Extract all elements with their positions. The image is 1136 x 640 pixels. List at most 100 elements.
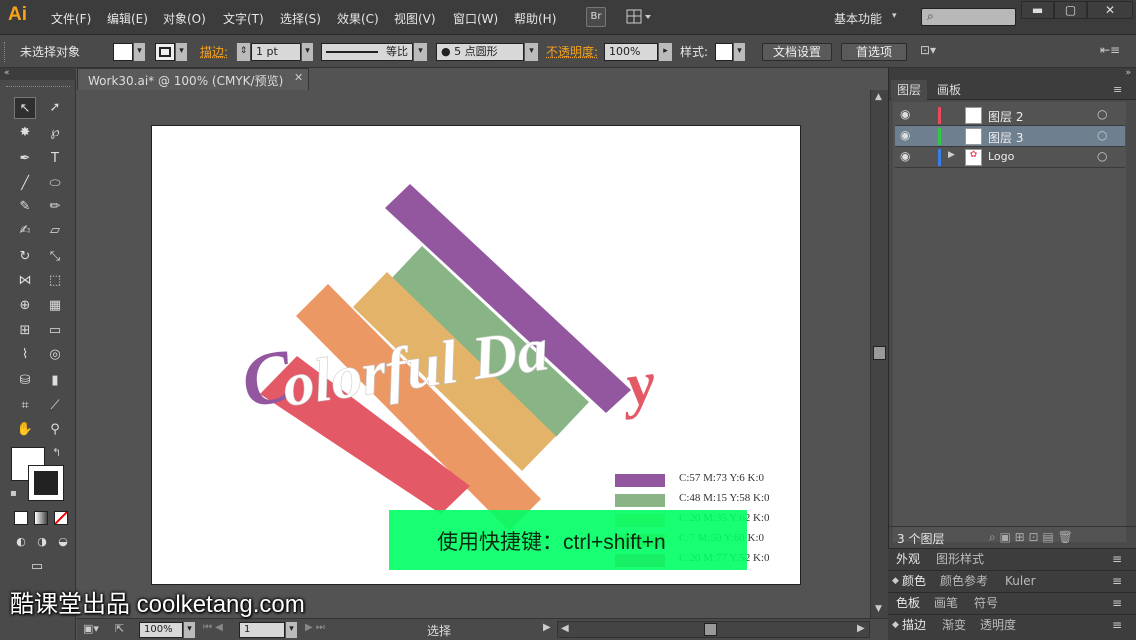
direct-selection-tool-icon[interactable]: ➚ [44,97,66,119]
menu-edit[interactable]: 编辑(E) [107,10,148,27]
mesh-tool-icon[interactable]: ⊞ [14,320,36,342]
scrollbar-thumb[interactable] [873,346,886,360]
blend-tool-icon[interactable]: ◎ [44,344,66,366]
scroll-left-icon[interactable]: ◀ [561,623,569,634]
draw-normal-icon[interactable]: ◐ [10,531,32,553]
rotate-tool-icon[interactable]: ↻ [14,246,36,268]
stroke-menu-icon[interactable]: ≡ [1112,615,1122,636]
tab-brushes[interactable]: 画笔 [934,593,958,614]
variable-width-profile[interactable]: 等比 [321,43,413,61]
minimize-button[interactable]: ▬ [1021,1,1054,19]
menu-effect[interactable]: 效果(C) [337,10,379,27]
gradient-mode-icon[interactable] [34,511,48,525]
share-icon[interactable]: ⇱ [115,622,124,635]
tab-layers[interactable]: 图层 [891,80,927,100]
eye-icon[interactable]: ◉ [900,149,910,163]
artboard-number-field[interactable]: 1 [239,622,285,638]
swap-colors-icon[interactable]: ↰ [52,446,61,459]
default-colors-icon[interactable]: ▪ [10,488,17,499]
stroke-weight-dropdown[interactable]: ▾ [301,43,313,61]
draw-inside-icon[interactable]: ◒ [52,531,74,553]
opacity-label[interactable]: 不透明度: [546,43,598,61]
gradient-tool-icon[interactable]: ▭ [44,320,66,342]
workspace-switcher[interactable]: 基本功能 [834,10,882,27]
opacity-dropdown[interactable]: ▸ [658,43,672,61]
stroke-weight-stepper[interactable]: ⇕ [236,43,250,61]
tab-appearance[interactable]: 外观 [896,549,920,570]
menu-help[interactable]: 帮助(H) [514,10,556,27]
search-input[interactable]: ⌕ [921,8,1016,26]
slice-tool-icon[interactable]: ⟋ [44,395,66,417]
magic-wand-tool-icon[interactable]: ✸ [14,122,36,144]
close-tab-icon[interactable]: ✕ [294,71,303,84]
close-window-button[interactable]: ✕ [1087,1,1133,19]
tab-color-guide[interactable]: 颜色参考 [940,571,988,592]
scroll-down-icon[interactable]: ▼ [875,604,882,614]
menu-window[interactable]: 窗口(W) [453,10,498,27]
expand-triangle-icon[interactable]: ▶ [948,150,955,160]
preferences-button[interactable]: 首选项 [841,43,907,61]
artboard-tool-icon[interactable]: ⌗ [14,395,36,417]
type-tool-icon[interactable]: T [44,148,66,170]
status-menu-icon[interactable]: ▶ [543,622,551,633]
none-mode-icon[interactable] [54,511,68,525]
horizontal-scrollbar[interactable]: ◀ ▶ [557,621,870,638]
pencil-tool-icon[interactable]: ✏ [44,196,66,218]
color-menu-icon[interactable]: ≡ [1112,571,1122,592]
pen-tool-icon[interactable]: ✒ [14,148,36,170]
scroll-right-icon[interactable]: ▶ [857,623,865,634]
arrange-documents-icon[interactable] [626,9,654,25]
draw-behind-icon[interactable]: ◑ [31,531,53,553]
toolbar-grip[interactable] [6,86,70,87]
symbol-sprayer-tool-icon[interactable]: ⛁ [14,370,36,392]
next-artboard-icon[interactable]: ▶ ⏭ [305,622,325,633]
scroll-up-icon[interactable]: ▲ [875,92,882,102]
zoom-dropdown[interactable]: ▾ [183,622,195,638]
menu-view[interactable]: 视图(V) [394,10,436,27]
layers-menu-icon[interactable]: ≡ [1113,83,1122,96]
fill-dropdown[interactable]: ▾ [133,43,145,61]
selection-tool-icon[interactable]: ↖ [14,97,36,119]
menu-type[interactable]: 文字(T) [223,10,264,27]
style-dropdown[interactable]: ▾ [733,43,745,61]
menu-file[interactable]: 文件(F) [51,10,91,27]
brush-definition[interactable]: ● 5 点圆形 [436,43,524,61]
tab-color[interactable]: 颜色 [902,571,926,592]
stroke-dropdown[interactable]: ▾ [175,43,187,61]
hscroll-thumb[interactable] [704,623,717,636]
document-setup-button[interactable]: 文档设置 [762,43,832,61]
layer-row-logo[interactable]: ◉ ▶ ✿ Logo ○ [895,147,1125,168]
swatches-menu-icon[interactable]: ≡ [1112,593,1122,614]
lasso-tool-icon[interactable]: ℘ [44,122,66,144]
maximize-button[interactable]: ▢ [1054,1,1087,19]
control-menu-icon[interactable]: ⇤≡ [1100,43,1120,61]
layer-row-2[interactable]: ◉ 图层 2 ○ [895,105,1125,126]
eyedropper-tool-icon[interactable]: ⌇ [14,344,36,366]
screen-mode-icon[interactable]: ▭ [26,556,48,578]
isolate-icon[interactable]: ⊡▾ [920,43,936,61]
free-transform-tool-icon[interactable]: ⬚ [44,270,66,292]
tab-gradient[interactable]: 渐变 [942,615,966,636]
zoom-tool-icon[interactable]: ⚲ [44,419,66,441]
tab-transparency[interactable]: 透明度 [980,615,1016,636]
tab-symbols[interactable]: 符号 [974,593,998,614]
color-mode-icon[interactable] [14,511,28,525]
perspective-grid-tool-icon[interactable]: ▦ [44,295,66,317]
menu-object[interactable]: 对象(O) [163,10,206,27]
tab-stroke[interactable]: 描边 [902,615,926,636]
scale-tool-icon[interactable]: ⤡ [44,246,66,268]
vertical-scrollbar[interactable]: ▲ ▼ [870,90,888,620]
opacity-field[interactable]: 100% [604,43,658,61]
menu-select[interactable]: 选择(S) [280,10,321,27]
layer-name[interactable]: 图层 2 [988,108,1023,125]
target-circle-icon[interactable]: ○ [1097,128,1107,142]
ellipse-tool-icon[interactable]: ⬭ [44,173,66,195]
artboard-dropdown[interactable]: ▾ [285,622,297,638]
expand-arrows-icon[interactable]: ◆ [892,615,899,636]
first-artboard-icon[interactable]: ⏮ ◀ [203,622,223,633]
gpu-preview-icon[interactable]: ▣▾ [83,622,99,635]
shape-builder-tool-icon[interactable]: ⊕ [14,295,36,317]
eye-icon[interactable]: ◉ [900,128,910,142]
paintbrush-tool-icon[interactable]: ✎ [14,196,36,218]
line-tool-icon[interactable]: ╱ [14,173,36,195]
